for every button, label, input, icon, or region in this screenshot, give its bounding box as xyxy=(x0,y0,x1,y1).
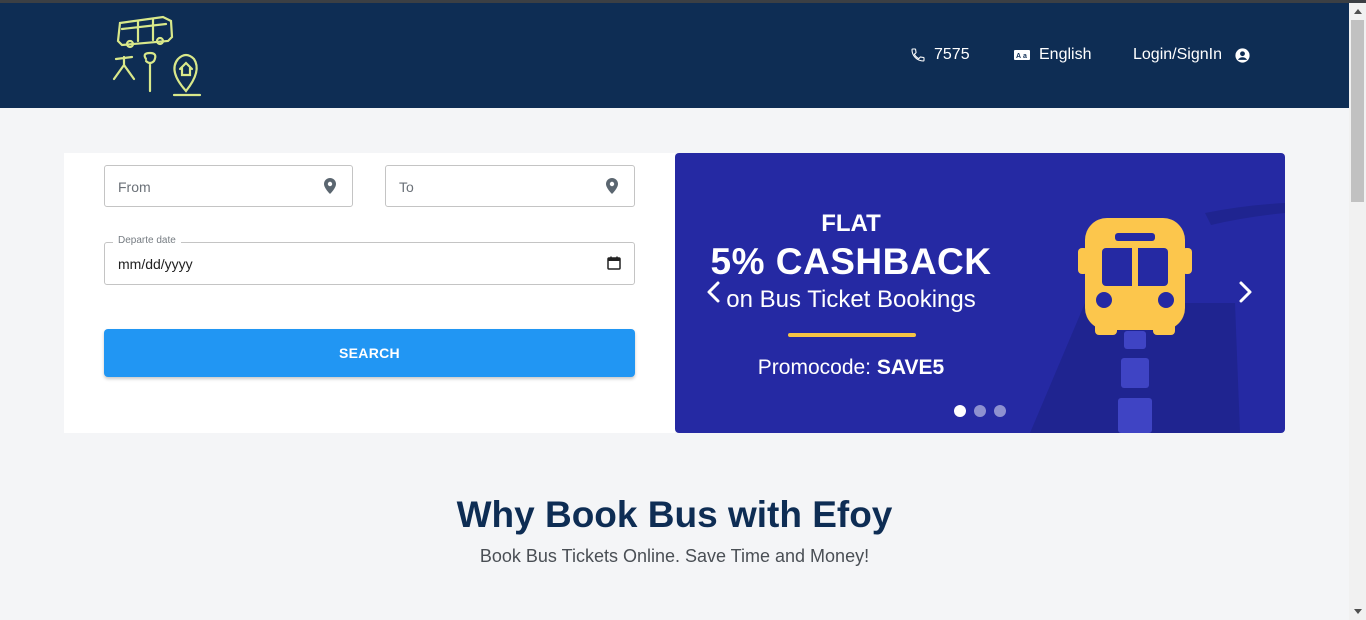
vertical-scrollbar[interactable] xyxy=(1349,3,1366,620)
phone-icon xyxy=(910,47,926,63)
language-label: English xyxy=(1039,46,1092,63)
section-title: Why Book Bus with Efoy xyxy=(456,494,893,535)
scroll-down-arrow-icon[interactable] xyxy=(1349,603,1366,620)
calendar-icon[interactable] xyxy=(607,256,621,275)
to-input[interactable]: To xyxy=(385,165,635,207)
bus-icon xyxy=(1078,218,1192,335)
from-input[interactable]: From xyxy=(104,165,353,207)
search-form: From To Departe date mm/dd/yyyy SEARCH xyxy=(64,153,675,433)
efoy-logo[interactable] xyxy=(108,13,208,99)
search-button[interactable]: SEARCH xyxy=(104,329,635,377)
promo-code-prefix: Promocode: xyxy=(757,356,872,379)
to-placeholder: To xyxy=(399,179,414,195)
scrollbar-thumb[interactable] xyxy=(1351,20,1364,202)
svg-text:a: a xyxy=(1023,53,1027,60)
translate-icon: Aa xyxy=(1013,48,1031,62)
promo-divider xyxy=(788,333,916,337)
carousel-dot-3[interactable] xyxy=(994,405,1006,417)
carousel-indicators xyxy=(954,405,1006,417)
svg-text:A: A xyxy=(1016,53,1021,60)
site-header: 7575 Aa English Login/SignIn xyxy=(0,3,1349,108)
date-value: mm/dd/yyyy xyxy=(118,256,193,272)
promo-code-text: Promocode: SAVE5 xyxy=(675,356,1027,380)
departure-date-label: Departe date xyxy=(113,235,181,246)
login-label: Login/SignIn xyxy=(1133,46,1222,63)
phone-link[interactable]: 7575 xyxy=(910,46,970,64)
user-circle-icon xyxy=(1234,47,1251,64)
departure-date-input[interactable]: Departe date mm/dd/yyyy xyxy=(104,235,635,285)
chevron-right-icon[interactable] xyxy=(1236,280,1256,309)
promo-code-value: SAVE5 xyxy=(876,356,945,379)
promo-carousel[interactable]: FLAT 5% CASHBACK on Bus Ticket Bookings … xyxy=(675,153,1285,433)
promo-line-cashback: 5% CASHBACK xyxy=(710,241,992,282)
scroll-up-arrow-icon[interactable] xyxy=(1349,3,1366,20)
location-pin-icon xyxy=(606,178,618,199)
carousel-dot-2[interactable] xyxy=(974,405,986,417)
login-link[interactable]: Login/SignIn xyxy=(1133,46,1251,64)
language-selector[interactable]: Aa English xyxy=(1013,46,1091,64)
chevron-left-icon[interactable] xyxy=(703,280,723,309)
carousel-dot-1[interactable] xyxy=(954,405,966,417)
promo-line-flat: FLAT xyxy=(821,210,881,237)
section-subtitle: Book Bus Tickets Online. Save Time and M… xyxy=(479,546,870,566)
phone-number: 7575 xyxy=(934,46,970,63)
promo-line-subtitle: on Bus Ticket Bookings xyxy=(726,286,976,313)
from-placeholder: From xyxy=(118,179,151,195)
location-pin-icon xyxy=(324,178,336,199)
